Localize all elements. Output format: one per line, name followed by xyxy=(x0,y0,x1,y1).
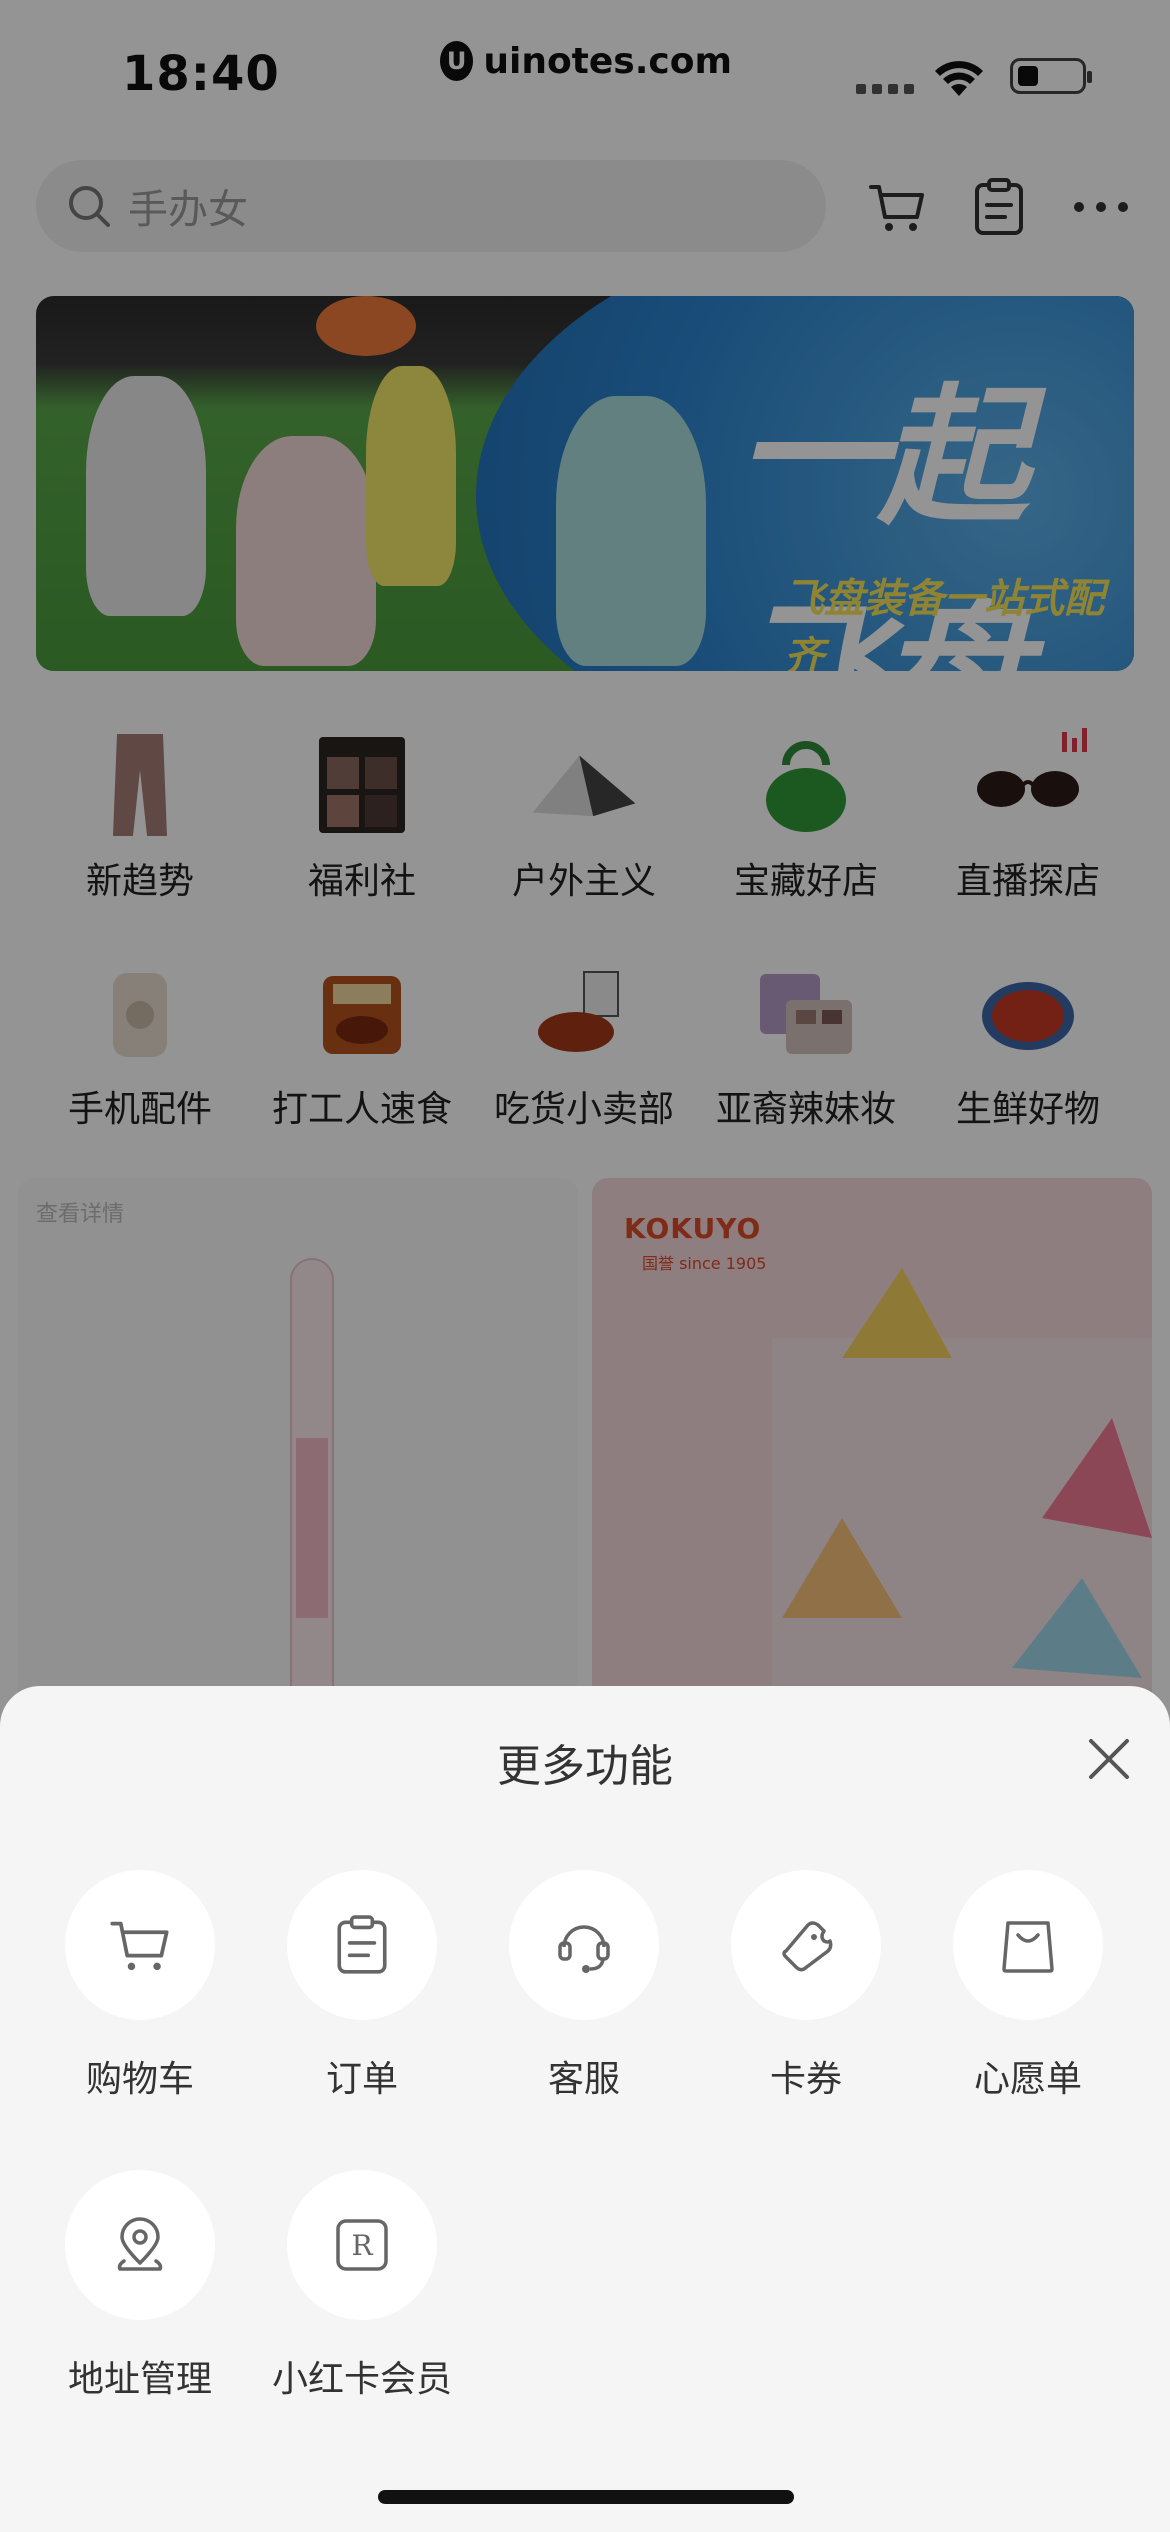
func-address[interactable]: 地址管理 xyxy=(30,2170,250,2402)
more-functions-sheet: 更多功能 购物车 订单 客服 卡券 心愿单 地址管理 R 小红卡会员 xyxy=(0,1686,1170,2532)
location-pin-icon xyxy=(117,2217,163,2271)
func-icon-circle xyxy=(65,1870,215,2020)
func-icon-circle xyxy=(731,1870,881,2020)
bag-icon xyxy=(1002,1921,1054,1973)
func-orders[interactable]: 订单 xyxy=(252,1870,472,2102)
func-label: 卡券 xyxy=(769,2059,842,2100)
func-icon-circle xyxy=(953,1870,1103,2020)
func-icon-circle xyxy=(287,1870,437,2020)
func-label: 购物车 xyxy=(85,2059,194,2100)
func-icon-circle xyxy=(65,2170,215,2320)
func-label: 小红卡会员 xyxy=(271,2359,452,2400)
close-icon xyxy=(1089,1739,1129,1779)
func-icon-circle: R xyxy=(287,2170,437,2320)
func-coupons[interactable]: 卡券 xyxy=(696,1870,916,2102)
func-label: 客服 xyxy=(547,2059,620,2100)
svg-text:R: R xyxy=(351,2229,373,2262)
cart-icon xyxy=(110,1921,169,1971)
func-cart[interactable]: 购物车 xyxy=(30,1870,250,2102)
func-label: 心愿单 xyxy=(973,2059,1082,2100)
sheet-title: 更多功能 xyxy=(497,1741,673,1792)
headset-icon xyxy=(558,1925,610,1973)
close-button[interactable] xyxy=(1084,1734,1134,1784)
ticket-icon xyxy=(782,1921,833,1972)
func-icon-circle xyxy=(509,1870,659,2020)
clipboard-icon xyxy=(337,1915,387,1974)
func-membership[interactable]: R 小红卡会员 xyxy=(252,2170,472,2402)
func-label: 订单 xyxy=(325,2059,398,2100)
home-indicator[interactable] xyxy=(378,2490,794,2504)
func-wishlist[interactable]: 心愿单 xyxy=(918,1870,1138,2102)
registered-icon: R xyxy=(336,2219,388,2271)
func-label: 地址管理 xyxy=(67,2359,212,2400)
func-customer-service[interactable]: 客服 xyxy=(474,1870,694,2102)
